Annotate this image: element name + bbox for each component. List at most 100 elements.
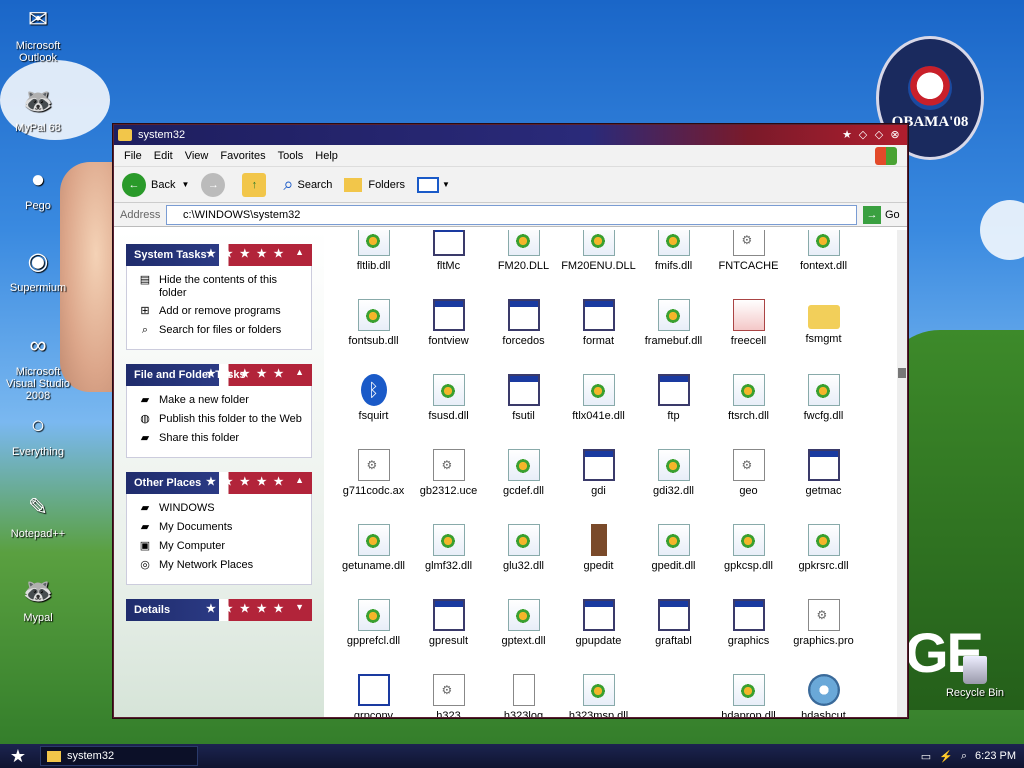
file-item[interactable]: gpupdate <box>561 595 636 670</box>
file-view[interactable]: fltlib.dll fltMc FM20.DLL FM20ENU.DLL fmifs.… <box>324 230 907 717</box>
desktop-icon[interactable]: ◉ Supermium <box>0 246 76 295</box>
file-item[interactable]: ftsrch.dll <box>711 370 786 445</box>
folders-button[interactable]: Folders <box>344 177 405 192</box>
file-item[interactable]: h323log <box>486 670 561 717</box>
task-link[interactable]: ◎ My Network Places <box>137 559 303 573</box>
close-button[interactable]: ⊗ <box>887 128 903 142</box>
file-item[interactable]: FM20ENU.DLL <box>561 230 636 295</box>
menu-edit[interactable]: Edit <box>150 150 181 162</box>
file-item[interactable]: gpedit.dll <box>636 520 711 595</box>
file-item[interactable]: fsusd.dll <box>411 370 486 445</box>
network-icon[interactable]: ⚡ <box>939 750 953 763</box>
file-item[interactable]: g711codc.ax <box>336 445 411 520</box>
file-item[interactable]: fsmgmt <box>786 295 861 370</box>
file-item[interactable]: FM20.DLL <box>486 230 561 295</box>
file-item[interactable]: hdashcut <box>786 670 861 717</box>
task-link[interactable]: ⊞ Add or remove programs <box>137 305 303 319</box>
file-item[interactable]: ftlx041e.dll <box>561 370 636 445</box>
up-button[interactable]: ↑ <box>242 172 271 197</box>
forward-button[interactable]: → <box>201 172 230 197</box>
collapse-chevron-icon[interactable]: ▲ <box>295 475 304 485</box>
title-bar[interactable]: system32 ★ ◇ ◇ ⊗ <box>114 125 907 145</box>
file-item[interactable]: gpkrsrc.dll <box>786 520 861 595</box>
recycle-bin[interactable]: Recycle Bin <box>944 656 1006 699</box>
address-input[interactable]: c:\WINDOWS\system32 <box>166 204 857 225</box>
file-item[interactable]: fwcfg.dll <box>786 370 861 445</box>
collapse-chevron-icon[interactable]: ▲ <box>295 367 304 377</box>
task-link[interactable]: ▣ My Computer <box>137 540 303 554</box>
task-panel-header[interactable]: Details ★ ★ ★ ★ ★ ▼ <box>126 599 312 621</box>
task-link[interactable]: ▤ Hide the contents of this folder <box>137 274 303 300</box>
file-item[interactable]: fltlib.dll <box>336 230 411 295</box>
file-item[interactable]: forcedos <box>486 295 561 370</box>
search-button[interactable]: ⌕ Search <box>283 174 332 195</box>
task-link[interactable]: ⌕ Search for files or folders <box>137 324 303 338</box>
file-item[interactable]: fmifs.dll <box>636 230 711 295</box>
task-panel-header[interactable]: File and Folder Tasks ★ ★ ★ ★ ★ ▲ <box>126 364 312 386</box>
clock[interactable]: 6:23 PM <box>975 750 1016 762</box>
task-link[interactable]: ▰ Share this folder <box>137 432 303 446</box>
desktop-icon[interactable]: ∞ Microsoft Visual Studio 2008 <box>0 330 76 403</box>
maximize-button[interactable]: ◇ <box>871 128 887 142</box>
task-panel-header[interactable]: System Tasks ★ ★ ★ ★ ★ ▲ <box>126 244 312 266</box>
search-tray-icon[interactable]: ⌕ <box>961 750 967 763</box>
file-item[interactable]: graftabl <box>636 595 711 670</box>
desktop-icon[interactable]: ✎ Notepad++ <box>0 492 76 541</box>
scrollbar[interactable] <box>897 230 907 717</box>
file-item[interactable]: framebuf.dll <box>636 295 711 370</box>
file-item[interactable]: grpconv <box>336 670 411 717</box>
start-button[interactable]: ★ <box>0 744 36 768</box>
file-item[interactable]: gdi32.dll <box>636 445 711 520</box>
taskbar-button-system32[interactable]: system32 <box>40 746 198 766</box>
desktop-icon[interactable]: 🦝 MyPal 68 <box>0 86 76 135</box>
file-item[interactable]: gpprefcl.dll <box>336 595 411 670</box>
file-item[interactable]: getuname.dll <box>336 520 411 595</box>
collapse-chevron-icon[interactable]: ▲ <box>295 247 304 257</box>
scrollbar-thumb[interactable] <box>898 368 906 378</box>
file-item[interactable]: ᛒ fsquirt <box>336 370 411 445</box>
file-item[interactable]: hdaprop.dll <box>711 670 786 717</box>
minimize-button[interactable]: ◇ <box>855 128 871 142</box>
file-item[interactable]: gptext.dll <box>486 595 561 670</box>
file-item[interactable]: gdi <box>561 445 636 520</box>
file-item[interactable]: freecell <box>711 295 786 370</box>
file-item[interactable]: h323msp.dll <box>561 670 636 717</box>
go-button[interactable]: → Go <box>863 205 907 224</box>
menu-file[interactable]: File <box>120 150 150 162</box>
file-item[interactable]: gcdef.dll <box>486 445 561 520</box>
menu-view[interactable]: View <box>181 150 217 162</box>
task-link[interactable]: ◍ Publish this folder to the Web <box>137 413 303 427</box>
task-link[interactable]: ▰ My Documents <box>137 521 303 535</box>
desktop-icon[interactable]: ● Pego <box>0 164 76 213</box>
file-item[interactable]: graphics <box>711 595 786 670</box>
file-item[interactable]: ftp <box>636 370 711 445</box>
file-item[interactable]: graphics.pro <box>786 595 861 670</box>
desktop-icon[interactable]: ○ Everything <box>0 410 76 459</box>
file-item[interactable]: format <box>561 295 636 370</box>
file-item[interactable]: glu32.dll <box>486 520 561 595</box>
back-button[interactable]: ← Back ▼ <box>122 172 189 197</box>
file-item[interactable]: fltMc <box>411 230 486 295</box>
menu-favorites[interactable]: Favorites <box>216 150 273 162</box>
explorer-window[interactable]: system32 ★ ◇ ◇ ⊗ File Edit View Favorite… <box>113 124 908 718</box>
views-button[interactable]: ▼ <box>417 176 450 193</box>
desktop-icon[interactable]: 🦝 Mypal <box>0 576 76 625</box>
collapse-chevron-icon[interactable]: ▼ <box>295 602 304 612</box>
menu-help[interactable]: Help <box>311 150 346 162</box>
file-item[interactable]: h323 <box>411 670 486 717</box>
file-item[interactable]: gb2312.uce <box>411 445 486 520</box>
desktop-icon[interactable]: ✉ Microsoft Outlook <box>0 4 76 65</box>
file-item[interactable]: gpresult <box>411 595 486 670</box>
file-item[interactable]: fontsub.dll <box>336 295 411 370</box>
file-item[interactable]: getmac <box>786 445 861 520</box>
file-item[interactable]: fontext.dll <box>786 230 861 295</box>
file-item[interactable]: gpedit <box>561 520 636 595</box>
file-item[interactable]: FNTCACHE <box>711 230 786 295</box>
task-panel-header[interactable]: Other Places ★ ★ ★ ★ ★ ▲ <box>126 472 312 494</box>
menu-tools[interactable]: Tools <box>274 150 312 162</box>
task-link[interactable]: ▰ WINDOWS <box>137 502 303 516</box>
file-item[interactable]: gpkcsp.dll <box>711 520 786 595</box>
file-item[interactable]: glmf32.dll <box>411 520 486 595</box>
keyboard-icon[interactable]: ▭ <box>921 750 931 763</box>
file-item[interactable]: fsutil <box>486 370 561 445</box>
